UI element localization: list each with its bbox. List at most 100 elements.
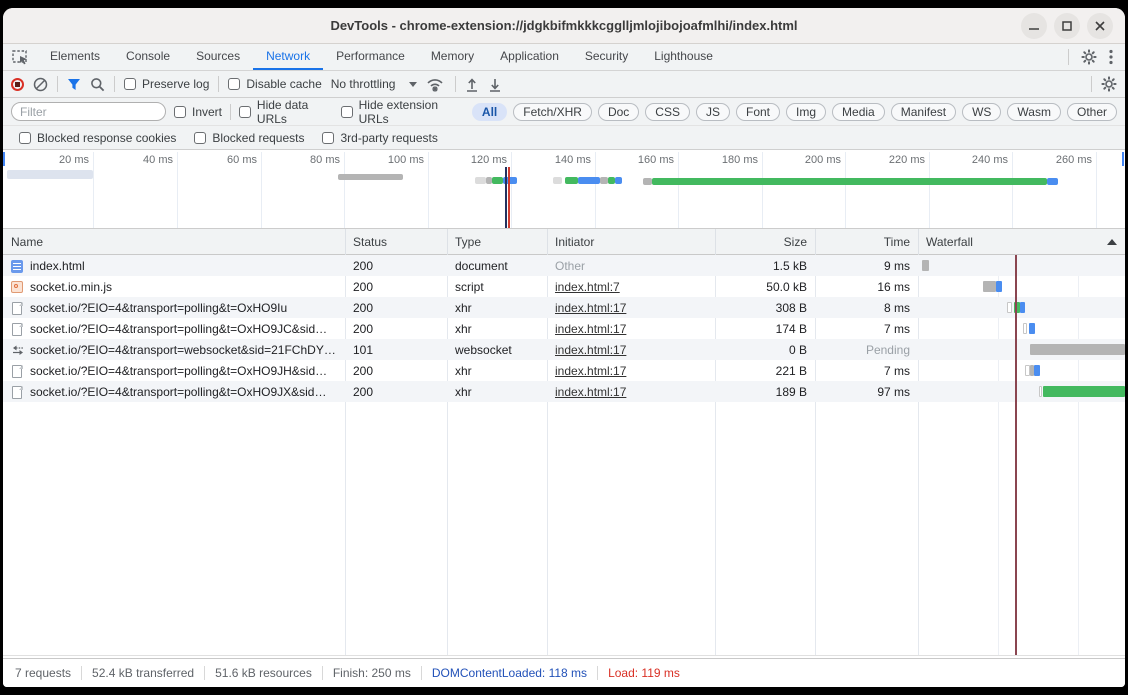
column-separator[interactable] (918, 229, 919, 255)
waterfall-bar-blue (996, 281, 1002, 292)
tab-console[interactable]: Console (113, 44, 183, 70)
chip-css[interactable]: CSS (645, 103, 690, 121)
column-header-name[interactable]: Name (3, 229, 345, 255)
divider (1068, 49, 1069, 65)
status-cell: 200 (345, 255, 447, 276)
overview-gridline (1012, 152, 1013, 229)
invert-checkbox[interactable] (174, 106, 186, 118)
sort-ascending-icon[interactable] (1107, 239, 1117, 245)
tab-security[interactable]: Security (572, 44, 641, 70)
tab-network[interactable]: Network (253, 44, 323, 70)
column-separator[interactable] (547, 229, 548, 255)
chip-fetch-xhr[interactable]: Fetch/XHR (513, 103, 592, 121)
tab-elements[interactable]: Elements (37, 44, 113, 70)
tab-application[interactable]: Application (487, 44, 572, 70)
chip-wasm[interactable]: Wasm (1007, 103, 1061, 121)
tab-performance[interactable]: Performance (323, 44, 418, 70)
devtools-tabbar: ElementsConsoleSourcesNetworkPerformance… (3, 44, 1125, 71)
table-row[interactable]: socket.io.min.js200scriptindex.html:750.… (3, 276, 1125, 297)
column-separator[interactable] (815, 229, 816, 255)
request-name: socket.io.min.js (30, 280, 112, 294)
table-row[interactable]: socket.io/?EIO=4&transport=polling&t=OxH… (3, 318, 1125, 339)
column-header-waterfall[interactable]: Waterfall (918, 229, 1125, 255)
chip-img[interactable]: Img (786, 103, 826, 121)
minimize-button[interactable] (1021, 13, 1047, 39)
websocket-icon (11, 343, 24, 357)
table-row[interactable]: socket.io/?EIO=4&transport=websocket&sid… (3, 339, 1125, 360)
blocked-requests-checkbox[interactable] (194, 132, 206, 144)
dom-content-loaded-line (505, 167, 507, 229)
column-separator[interactable] (345, 229, 346, 255)
disable-cache-checkbox[interactable] (228, 78, 240, 90)
chip-other[interactable]: Other (1067, 103, 1117, 121)
chip-doc[interactable]: Doc (598, 103, 639, 121)
settings-gear-icon[interactable] (1081, 49, 1097, 65)
network-overview-timeline[interactable]: 20 ms40 ms60 ms80 ms100 ms120 ms140 ms16… (3, 152, 1125, 229)
overview-gridline (428, 152, 429, 229)
tab-sources[interactable]: Sources (183, 44, 253, 70)
titlebar[interactable]: DevTools - chrome-extension://jdgkbifmkk… (3, 8, 1125, 44)
chip-manifest[interactable]: Manifest (891, 103, 956, 121)
divider (114, 76, 115, 92)
chip-js[interactable]: JS (696, 103, 730, 121)
column-header-status[interactable]: Status (345, 229, 447, 255)
overview-left-handle[interactable] (3, 152, 5, 166)
network-settings-gear-icon[interactable] (1101, 76, 1117, 92)
import-har-icon[interactable] (465, 77, 479, 92)
3rd-party-requests-checkbox[interactable] (322, 132, 334, 144)
size-cell: 189 B (715, 381, 815, 402)
initiator-cell[interactable]: index.html:17 (547, 318, 715, 339)
initiator-cell[interactable]: index.html:17 (547, 297, 715, 318)
export-har-icon[interactable] (488, 77, 502, 92)
tab-memory[interactable]: Memory (418, 44, 487, 70)
blocked-response-cookies-checkbox[interactable] (19, 132, 31, 144)
column-separator[interactable] (447, 229, 448, 255)
filter-funnel-icon[interactable] (67, 78, 81, 91)
record-network-log-button[interactable] (11, 78, 24, 91)
minimize-icon (1028, 20, 1040, 32)
more-options-icon[interactable] (1109, 49, 1113, 65)
table-row[interactable]: index.html200documentOther1.5 kB9 ms (3, 255, 1125, 276)
overview-right-handle[interactable] (1122, 152, 1124, 166)
chevron-down-icon (409, 82, 417, 87)
initiator-cell[interactable]: index.html:17 (547, 381, 715, 402)
size-cell: 1.5 kB (715, 255, 815, 276)
preserve-log-label: Preserve log (142, 77, 209, 91)
network-conditions-icon[interactable] (426, 77, 446, 92)
close-button[interactable] (1087, 13, 1113, 39)
hide-data-urls-checkbox[interactable] (239, 106, 251, 118)
tab-lighthouse[interactable]: Lighthouse (641, 44, 726, 70)
search-icon[interactable] (90, 77, 105, 92)
table-bottom-border (3, 655, 1125, 656)
size-cell: 174 B (715, 318, 815, 339)
maximize-icon (1061, 20, 1073, 32)
inspect-element-icon[interactable] (3, 44, 37, 70)
chip-font[interactable]: Font (736, 103, 780, 121)
maximize-button[interactable] (1054, 13, 1080, 39)
column-header-type[interactable]: Type (447, 229, 547, 255)
overview-tick-label: 260 ms (1056, 154, 1096, 166)
column-header-initiator[interactable]: Initiator (547, 229, 715, 255)
chip-media[interactable]: Media (832, 103, 885, 121)
type-cell: websocket (447, 339, 547, 360)
chip-all[interactable]: All (472, 103, 507, 121)
table-row[interactable]: socket.io/?EIO=4&transport=polling&t=OxH… (3, 381, 1125, 402)
divider (57, 76, 58, 92)
throttling-dropdown[interactable]: No throttling (331, 77, 418, 91)
chip-ws[interactable]: WS (962, 103, 1001, 121)
initiator-cell[interactable]: index.html:17 (547, 339, 715, 360)
hide-extension-urls-checkbox[interactable] (341, 106, 353, 118)
table-row[interactable]: socket.io/?EIO=4&transport=polling&t=OxH… (3, 360, 1125, 381)
column-header-size[interactable]: Size (715, 229, 815, 255)
initiator-cell[interactable]: index.html:7 (547, 276, 715, 297)
filter-input[interactable] (11, 102, 166, 121)
column-separator[interactable] (715, 229, 716, 255)
overview-tick-label: 240 ms (972, 154, 1012, 166)
column-header-time[interactable]: Time (815, 229, 918, 255)
initiator-cell[interactable]: index.html:17 (547, 360, 715, 381)
overview-gridline (845, 152, 846, 229)
overview-request-bar (7, 170, 93, 179)
preserve-log-checkbox[interactable] (124, 78, 136, 90)
clear-network-log-button[interactable] (33, 77, 48, 92)
table-row[interactable]: socket.io/?EIO=4&transport=polling&t=OxH… (3, 297, 1125, 318)
